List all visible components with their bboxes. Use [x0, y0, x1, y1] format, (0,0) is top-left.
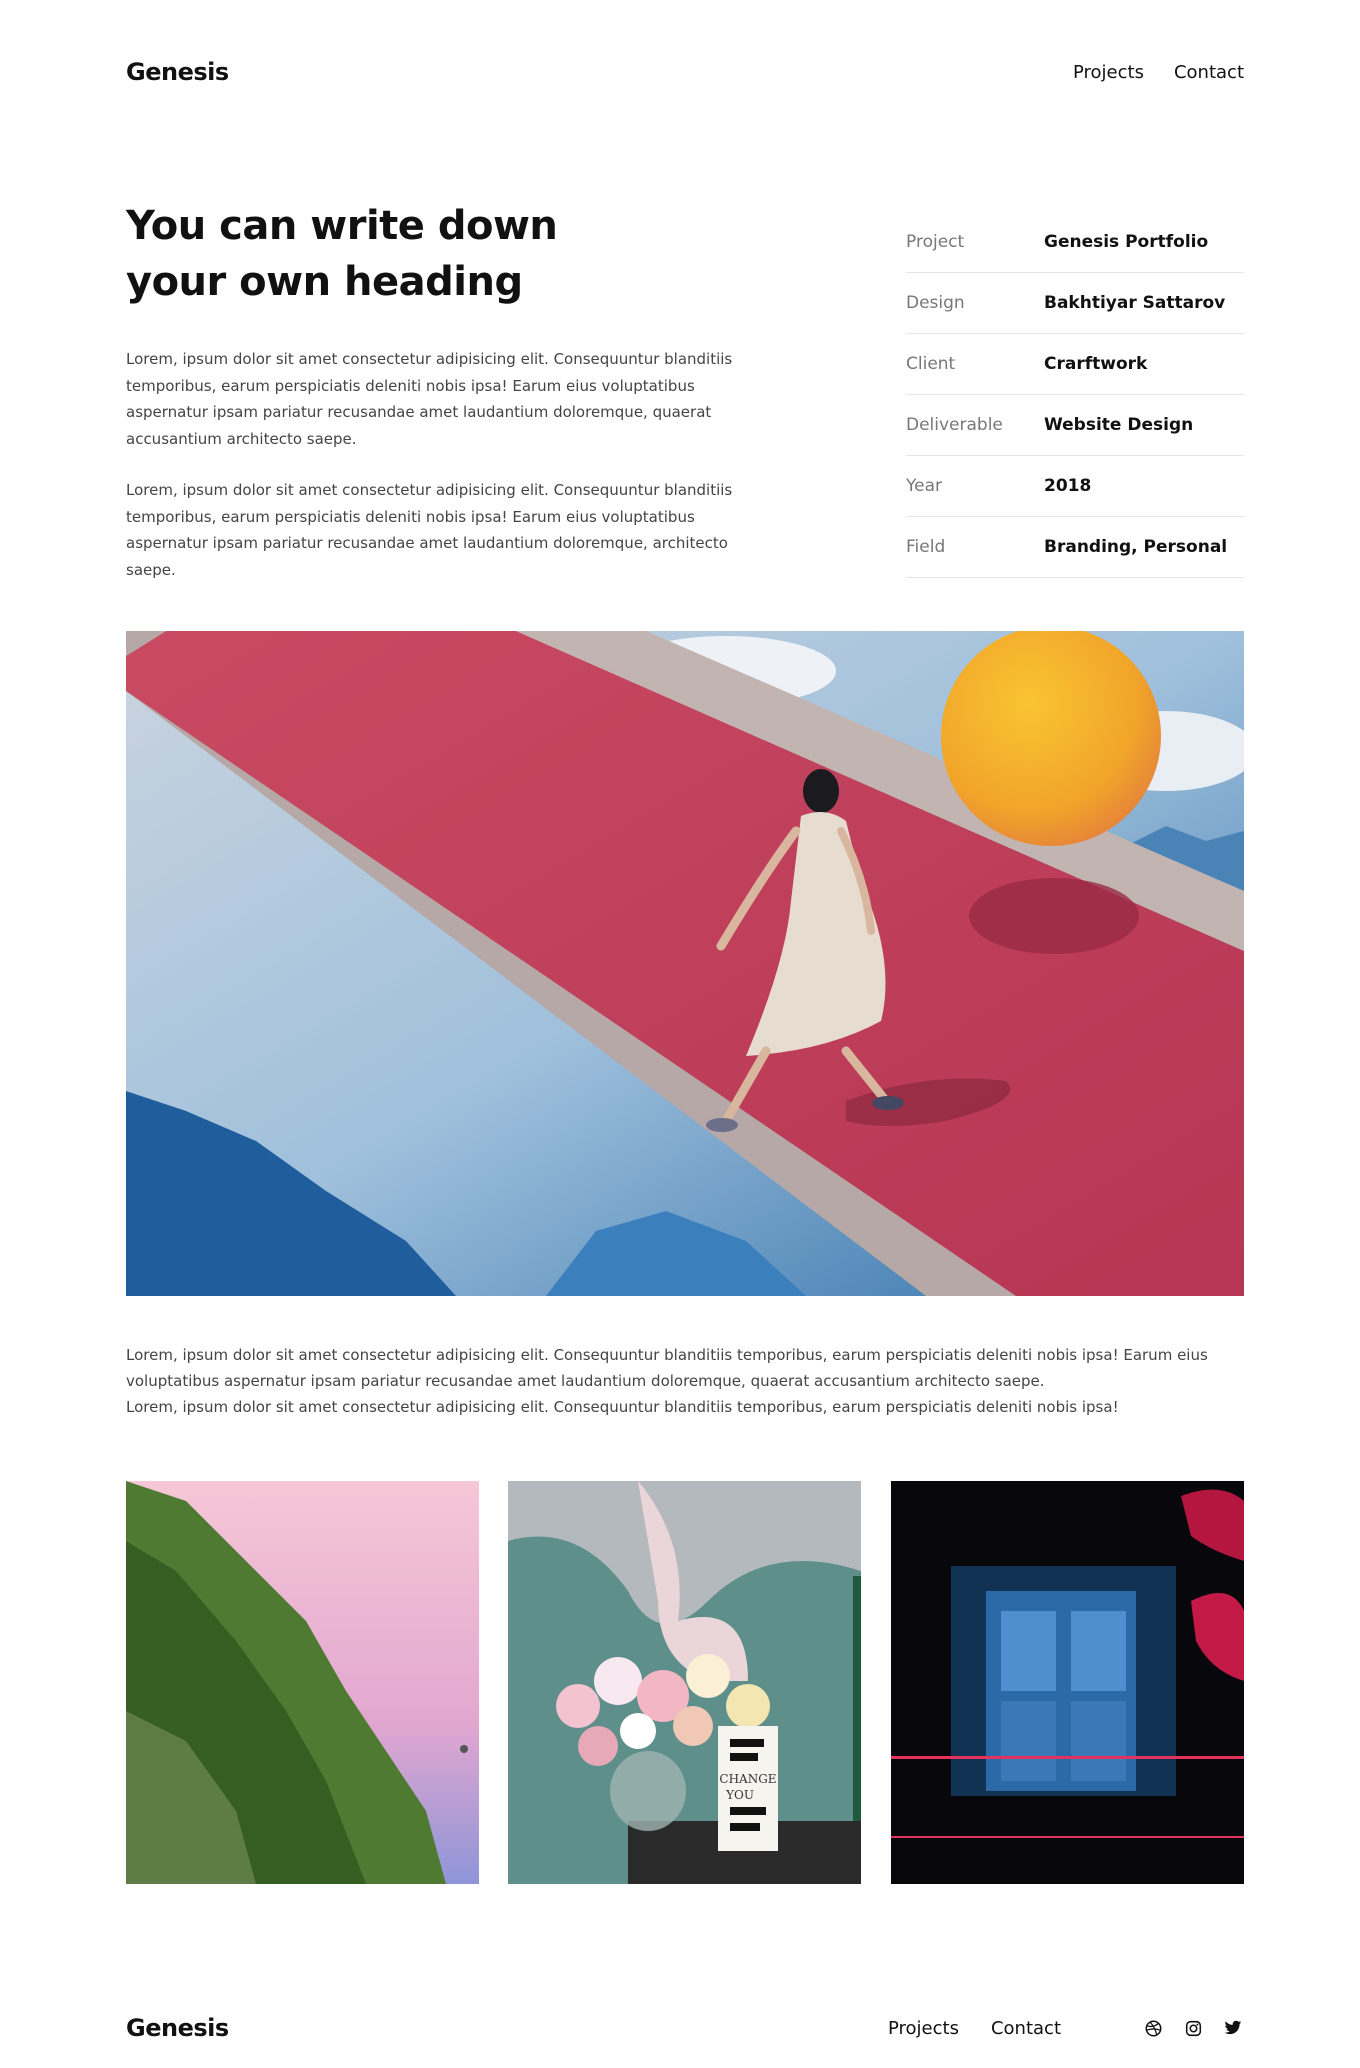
- footer-nav-contact[interactable]: Contact: [991, 2018, 1061, 2039]
- book-title-line: CHANGE: [719, 1772, 776, 1786]
- main-nav: Projects Contact: [1073, 62, 1244, 83]
- meta-label: Deliverable: [906, 415, 1003, 435]
- meta-value: Genesis Portfolio: [1044, 232, 1209, 252]
- meta-row-client: Client Crarftwork: [906, 334, 1244, 395]
- site-header: Genesis Projects Contact: [126, 56, 1244, 88]
- image-gallery: CHANGE YOU: [126, 1481, 1244, 1884]
- night-illustration: [891, 1481, 1244, 1884]
- twitter-icon[interactable]: [1222, 2017, 1244, 2039]
- hero-image: [126, 631, 1244, 1296]
- footer-logo[interactable]: Genesis: [126, 2014, 229, 2042]
- intro-paragraph: Lorem, ipsum dolor sit amet consectetur …: [126, 350, 733, 448]
- meta-value: Bakhtiyar Sattarov: [1044, 293, 1226, 313]
- site-logo[interactable]: Genesis: [126, 58, 229, 86]
- project-heading: You can write down your own heading: [126, 203, 558, 305]
- gallery-image-flowers: CHANGE YOU: [508, 1481, 861, 1884]
- meta-row-project: Project Genesis Portfolio: [906, 212, 1244, 273]
- nav-projects[interactable]: Projects: [1073, 62, 1144, 83]
- meta-label: Project: [906, 232, 965, 252]
- project-intro: You can write down your own heading Lore…: [126, 198, 1244, 579]
- footer-nav-projects[interactable]: Projects: [888, 2018, 959, 2039]
- project-description: Lorem, ipsum dolor sit amet consectetur …: [126, 1342, 1244, 1420]
- project-meta-table: Project Genesis Portfolio Design Bakhtiy…: [906, 212, 1244, 578]
- meta-row-deliverable: Deliverable Website Design: [906, 395, 1244, 456]
- instagram-icon[interactable]: [1182, 2017, 1204, 2039]
- meta-row-design: Design Bakhtiyar Sattarov: [906, 273, 1244, 334]
- meta-value: Branding, Personal: [1044, 537, 1228, 557]
- gallery-image-night-door: [891, 1481, 1244, 1884]
- meta-label: Field: [906, 537, 946, 557]
- flowers-illustration: CHANGE YOU: [508, 1481, 861, 1884]
- description-line: Lorem, ipsum dolor sit amet consectetur …: [126, 1346, 1208, 1390]
- footer-nav: Projects Contact: [888, 2018, 1061, 2039]
- book-title-line: YOU: [725, 1788, 754, 1802]
- social-links: [1142, 2017, 1244, 2039]
- nav-contact[interactable]: Contact: [1174, 62, 1244, 83]
- mountain-illustration: [126, 1481, 479, 1884]
- meta-row-year: Year 2018: [906, 456, 1244, 517]
- hero-illustration: [126, 631, 1244, 1296]
- description-line: Lorem, ipsum dolor sit amet consectetur …: [126, 1398, 1119, 1416]
- meta-value: 2018: [1044, 476, 1092, 496]
- gallery-image-mountain: [126, 1481, 479, 1884]
- intro-paragraph: Lorem, ipsum dolor sit amet consectetur …: [126, 481, 733, 579]
- meta-row-field: Field Branding, Personal: [906, 517, 1244, 578]
- meta-value: Crarftwork: [1044, 354, 1148, 374]
- meta-label: Design: [906, 293, 965, 313]
- meta-label: Client: [906, 354, 956, 374]
- meta-label: Year: [906, 476, 942, 496]
- dribbble-icon[interactable]: [1142, 2017, 1164, 2039]
- site-footer: Genesis Projects Contact: [126, 2012, 1244, 2044]
- meta-value: Website Design: [1044, 415, 1194, 435]
